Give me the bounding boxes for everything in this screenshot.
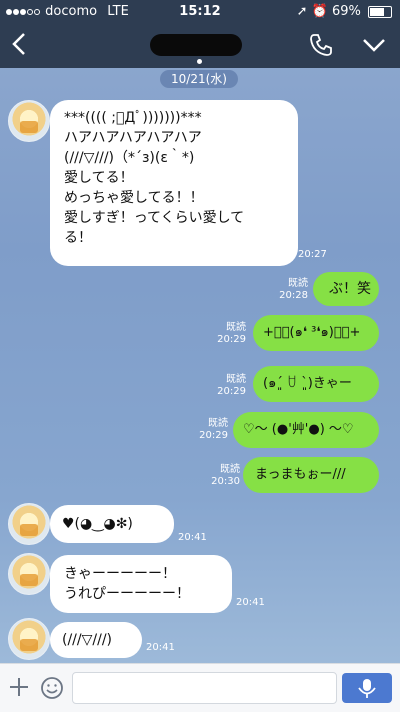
chat-nav bbox=[0, 22, 400, 68]
message-time: 20:30 bbox=[211, 476, 240, 487]
plus-icon[interactable] bbox=[8, 676, 30, 698]
outgoing-message-bubble[interactable]: まっまもぉー/// bbox=[243, 457, 379, 493]
phone-call-button[interactable] bbox=[308, 32, 334, 58]
message-text: きゃーーーーー！ うれぴーーーーー！ bbox=[64, 566, 190, 602]
message-meta: 既読 20:29 bbox=[208, 322, 246, 346]
top-bar: docomo LTE 15:12 ➚ ⏰ 69% bbox=[0, 0, 400, 68]
message-meta: 既読 20:30 bbox=[202, 464, 240, 488]
message-text: ぶ！笑 bbox=[329, 281, 371, 297]
read-receipt: 既読 bbox=[220, 464, 240, 475]
message-time: 20:29 bbox=[217, 334, 246, 345]
message-time: 20:41 bbox=[236, 597, 265, 608]
location-icon: ➚ bbox=[296, 4, 308, 19]
message-text: ***(((( ;ﾟДﾟ)))))))*** ハアハアハアハアハア (///▽/… bbox=[64, 110, 245, 246]
incoming-message-bubble[interactable]: (///▽///) bbox=[50, 622, 142, 658]
message-meta: 既読 20:28 bbox=[270, 278, 308, 302]
message-text: (๑ˊ͈ ꇴ ˋ͈)きゃー bbox=[263, 376, 352, 391]
date-divider: 10/21(水) bbox=[160, 70, 238, 88]
status-bar: docomo LTE 15:12 ➚ ⏰ 69% bbox=[0, 0, 400, 22]
message-meta: 既読 20:29 bbox=[208, 374, 246, 398]
message-time: 20:41 bbox=[146, 642, 175, 653]
read-receipt: 既読 bbox=[226, 374, 246, 385]
message-text: (///▽///) bbox=[62, 632, 112, 648]
outgoing-message-bubble[interactable]: (๑ˊ͈ ꇴ ˋ͈)きゃー bbox=[253, 366, 379, 402]
alarm-icon: ⏰ bbox=[311, 4, 328, 19]
incoming-message-bubble[interactable]: ♥(◕‿◕✻) bbox=[50, 505, 174, 543]
battery-percent: 69% bbox=[331, 4, 361, 19]
message-meta: 既読 20:29 bbox=[190, 418, 228, 442]
outgoing-message-bubble[interactable]: ぶ！笑 bbox=[313, 272, 379, 306]
outgoing-message-bubble[interactable]: ♡〜 (●'艸'●) 〜♡ bbox=[233, 412, 379, 448]
message-text: ♥(◕‿◕✻) bbox=[62, 516, 133, 532]
message-time: 20:29 bbox=[217, 386, 246, 397]
chevron-down-icon[interactable] bbox=[360, 32, 388, 58]
read-receipt: 既読 bbox=[288, 278, 308, 289]
message-text: +ﾟ･(๑❛ ³❛๑)ﾟ･+ bbox=[263, 325, 361, 340]
microphone-button[interactable] bbox=[342, 673, 392, 703]
outgoing-message-bubble[interactable]: +ﾟ･(๑❛ ³❛๑)ﾟ･+ bbox=[253, 315, 379, 351]
message-time: 20:29 bbox=[199, 430, 228, 441]
avatar[interactable] bbox=[8, 618, 50, 660]
avatar[interactable] bbox=[8, 100, 50, 142]
incoming-message-bubble[interactable]: きゃーーーーー！ うれぴーーーーー！ bbox=[50, 555, 232, 613]
back-button[interactable] bbox=[6, 30, 34, 58]
message-time: 20:41 bbox=[178, 532, 207, 543]
page-indicator bbox=[197, 59, 202, 64]
message-time: 20:27 bbox=[298, 249, 327, 260]
incoming-message-bubble[interactable]: ***(((( ;ﾟДﾟ)))))))*** ハアハアハアハアハア (///▽/… bbox=[50, 100, 298, 266]
message-text: ♡〜 (●'艸'●) 〜♡ bbox=[243, 422, 354, 437]
message-text: まっまもぉー/// bbox=[255, 467, 346, 482]
avatar[interactable] bbox=[8, 553, 50, 595]
emoji-icon[interactable] bbox=[40, 676, 64, 700]
avatar[interactable] bbox=[8, 503, 50, 545]
message-input[interactable] bbox=[72, 672, 337, 704]
read-receipt: 既読 bbox=[226, 322, 246, 333]
message-time: 20:28 bbox=[279, 290, 308, 301]
chat-title-redacted bbox=[150, 34, 242, 56]
battery-icon bbox=[368, 5, 392, 18]
microphone-icon bbox=[358, 679, 376, 698]
message-composer bbox=[0, 663, 400, 712]
read-receipt: 既読 bbox=[208, 418, 228, 429]
